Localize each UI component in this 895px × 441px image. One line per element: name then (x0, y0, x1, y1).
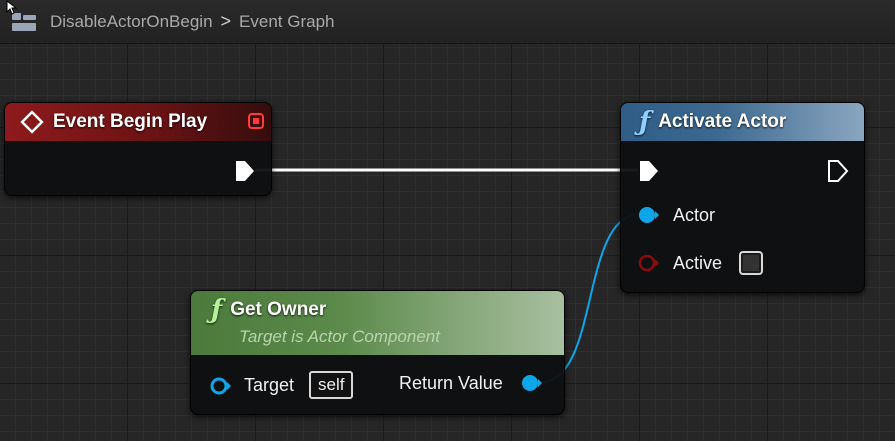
mouse-cursor-icon (6, 0, 18, 15)
delegate-pin-icon[interactable] (247, 112, 265, 130)
target-pin-label: Target (244, 375, 295, 395)
get-owner-header[interactable]: ƒ Get Owner Target is Actor Component (191, 291, 564, 355)
target-default-value[interactable]: self (309, 371, 354, 399)
active-pin-label: Active (673, 253, 723, 273)
target-input-pin-icon[interactable] (209, 376, 233, 396)
activate-actor-header[interactable]: ƒ Activate Actor (621, 103, 864, 141)
chevron-right-icon: > (220, 11, 232, 31)
activate-actor-node[interactable]: ƒ Activate Actor Actor Active (620, 102, 865, 293)
event-begin-play-node[interactable]: Event Begin Play (4, 102, 272, 196)
active-checkbox[interactable] (739, 251, 763, 275)
breadcrumb-blueprint-name[interactable]: DisableActorOnBegin (50, 12, 213, 32)
self-value-text: self (318, 375, 345, 394)
event-begin-play-header[interactable]: Event Begin Play (5, 103, 271, 141)
return-value-pin-label: Return Value (399, 373, 503, 393)
exec-in-pin-icon[interactable] (638, 159, 660, 183)
function-icon: ƒ (211, 295, 223, 325)
actor-input-pin-icon[interactable] (638, 205, 660, 225)
breadcrumb-graph-name[interactable]: Event Graph (239, 12, 334, 32)
return-value-output-pin-icon[interactable] (521, 373, 545, 393)
exec-out-pin-icon[interactable] (827, 159, 849, 183)
actor-pin-label: Actor (673, 205, 716, 225)
graph-breadcrumb-bar: DisableActorOnBegin > Event Graph (0, 0, 895, 44)
active-bool-pin-icon[interactable] (638, 253, 660, 273)
node-title: Event Begin Play (53, 111, 208, 132)
node-title: Activate Actor (658, 111, 787, 132)
get-owner-node[interactable]: ƒ Get Owner Target is Actor Component Ta… (190, 290, 565, 415)
node-title: Get Owner (230, 299, 327, 320)
event-diamond-icon (20, 110, 44, 134)
function-icon: ƒ (639, 107, 651, 137)
node-subtitle: Target is Actor Component (239, 327, 440, 346)
exec-out-pin-icon[interactable] (234, 159, 256, 183)
